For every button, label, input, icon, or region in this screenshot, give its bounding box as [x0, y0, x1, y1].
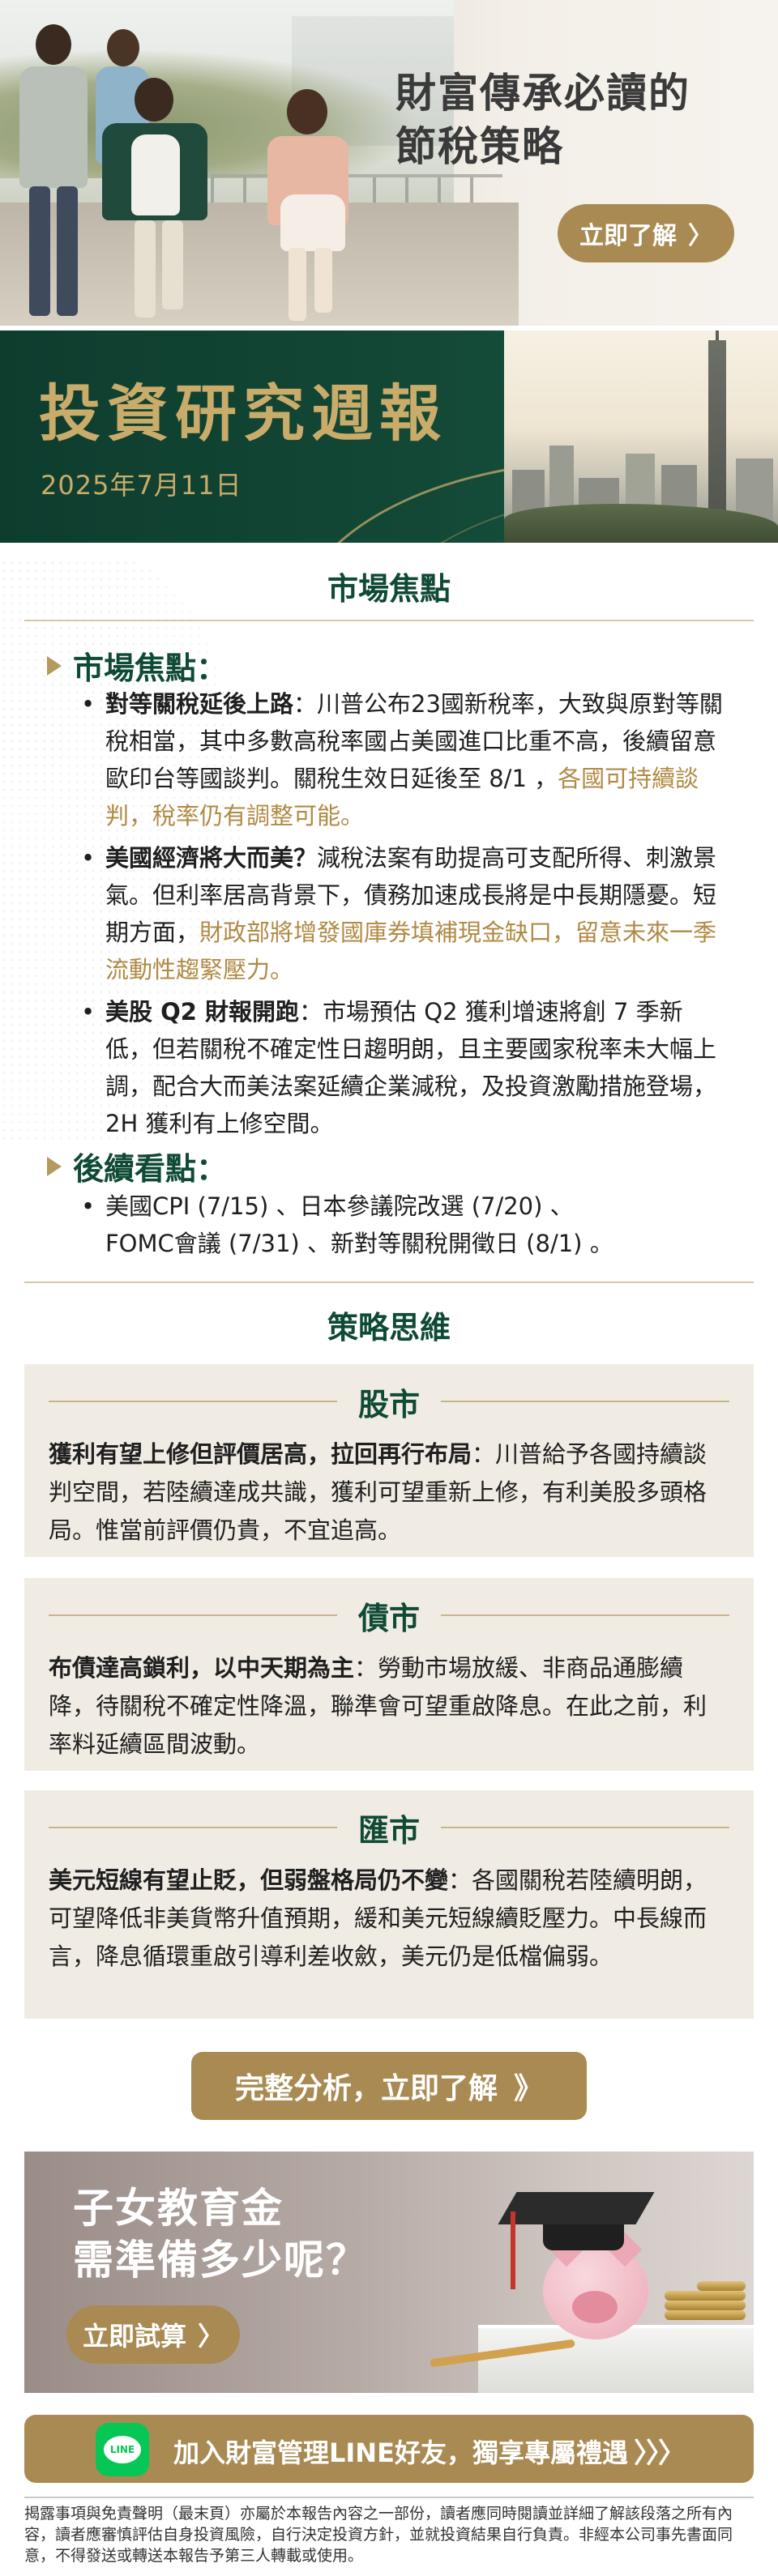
strategy-card-bond: 債市 布債達高鎖利，以中天期為主：勞動市場放緩、非商品通膨續降，待關稅不確定性降… [24, 1578, 754, 1771]
line-friend-label: 加入財富管理LINE好友，獨享專屬禮遇 [173, 2437, 628, 2468]
title-rule [441, 1827, 730, 1828]
report-title: 投資研究週報 [39, 377, 447, 450]
footer-divider [24, 2497, 754, 2498]
followup-bullets: 美國CPI (7/15) 、日本參議院改選 (7/20) 、 FOMC會議 (7/… [81, 1188, 729, 1267]
title-rule [441, 1401, 730, 1402]
section-divider [24, 620, 754, 621]
full-analysis-label: 完整分析，立即了解 [234, 2072, 498, 2105]
line-friend-button[interactable]: LINE 加入財富管理LINE好友，獨享專屬禮遇 〉〉〉 [24, 2415, 754, 2483]
card-bold-bond: 布債達高鎖利，以中天期為主 [49, 1654, 355, 1682]
bullet-tariffs-bold: 對等關稅延後上路 [105, 690, 294, 718]
triple-chevron-right-icon: 〉〉〉 [634, 2437, 686, 2470]
title-rule [49, 1401, 337, 1402]
market-focus-heading: 市場焦點 [327, 571, 451, 607]
card-text-bond: 布債達高鎖利，以中天期為主：勞動市場放緩、非商品通膨續降，待關稅不確定性降溫，聯… [49, 1649, 729, 1764]
hero-title: 財富傳承必讀的 節稅策略 [395, 70, 690, 170]
market-focus-subheading-text: 市場焦點： [73, 650, 228, 686]
education-banner-title: 子女教育金 需準備多少呢？ [73, 2185, 368, 2284]
title-rule [441, 1614, 730, 1616]
card-bold-fx: 美元短線有望止貶，但弱盤格局仍不變 [49, 1866, 449, 1894]
line-app-icon: LINE [96, 2423, 149, 2476]
cap-tassel [511, 2211, 515, 2289]
followup-subheading: 後續看點： [47, 1144, 227, 1188]
report-date: 2025年7月11日 [41, 470, 242, 501]
title-rule [49, 1827, 337, 1828]
hero-banner[interactable]: 財富傳承必讀的 節稅策略 立即了解 〉 [0, 0, 778, 326]
strategy-card-equity: 股市 獲利有望上修但評價居高，拉回再行布局：川普給予各國持續談判空間，若陸續達成… [24, 1364, 754, 1557]
taipei-101-tower [708, 331, 726, 510]
card-title-equity: 股市 [358, 1386, 421, 1422]
education-fund-banner[interactable]: 子女教育金 需準備多少呢？ 立即試算 〉 [24, 2152, 754, 2393]
card-text-equity: 獲利有望上修但評價居高，拉回再行布局：川普給予各國持續談判空間，若陸續達成共識，… [49, 1435, 729, 1550]
piggy-bank-image [543, 2232, 648, 2339]
triangle-bullet-icon [47, 1156, 62, 1176]
card-title-fx: 匯市 [358, 1812, 421, 1849]
bullet-us-economy-bold: 美國經濟將大而美？ [105, 844, 318, 872]
disclaimer-text: 揭露事項與免責聲明（最末頁）亦屬於本報告內容之一部份，讀者應同時閱讀並詳細了解該… [24, 2505, 733, 2565]
girl-figure [235, 89, 381, 324]
bullet-earnings: 美股 Q2 財報開跑：市場預估 Q2 獲利增速將創 7 季新低，但若關稅不確定性… [81, 993, 729, 1142]
boy-figure [78, 78, 224, 321]
learn-more-button[interactable]: 立即了解 〉 [558, 204, 734, 262]
full-analysis-button[interactable]: 完整分析，立即了解 》 [191, 2052, 587, 2120]
calculate-now-button[interactable]: 立即試算 〉 [66, 2305, 240, 2364]
section-divider [24, 1282, 754, 1283]
followup-item: 美國CPI (7/15) 、日本參議院改選 (7/20) 、 FOMC會議 (7/… [81, 1188, 729, 1262]
card-bold-equity: 獲利有望上修但評價居高，拉回再行布局 [49, 1440, 472, 1468]
triangle-bullet-icon [47, 655, 62, 676]
calculate-now-label: 立即試算 [82, 2321, 186, 2352]
strategy-heading: 策略思維 [327, 1310, 451, 1346]
followup-line-1: 美國CPI (7/15) 、日本參議院改選 (7/20) 、 [105, 1192, 574, 1220]
bullet-us-economy: 美國經濟將大而美？減稅法案有助提高可支配所得、刺激景氣。但利率居高背景下，債務加… [81, 839, 729, 988]
market-focus-subheading: 市場焦點： [47, 643, 227, 688]
taipei-skyline-image [504, 331, 778, 543]
double-chevron-right-icon: 》 [514, 2072, 544, 2105]
card-text-fx: 美元短線有望止貶，但弱盤格局仍不變：各國關稅若陸續明朗，可望降低非美貨幣升值預期… [49, 1862, 729, 1976]
newsletter-page: 財富傳承必讀的 節稅策略 立即了解 〉 投資研究週報 2025年7月11日 市場… [0, 0, 778, 2576]
title-rule [49, 1614, 337, 1616]
bullet-earnings-bold: 美股 Q2 財報開跑 [105, 998, 300, 1026]
report-header: 投資研究週報 2025年7月11日 [0, 331, 778, 543]
strategy-card-fx: 匯市 美元短線有望止貶，但弱盤格局仍不變：各國關稅若陸續明朗，可望降低非美貨幣升… [24, 1790, 754, 2019]
card-title-bond: 債市 [358, 1600, 421, 1636]
market-focus-bullets: 對等關稅延後上路：川普公布23國新稅率，大致與原對等關稅相當，其中多數高稅率國占… [81, 685, 729, 1147]
followup-subheading-text: 後續看點： [73, 1151, 228, 1187]
learn-more-label: 立即了解 [579, 222, 677, 250]
line-icon-text: LINE [104, 2436, 141, 2463]
bullet-tariffs: 對等關稅延後上路：川普公布23國新稅率，大致與原對等關稅相當，其中多數高稅率國占… [81, 685, 729, 834]
followup-line-2: FOMC會議 (7/31) 、新對等關稅開徵日 (8/1) 。 [105, 1230, 613, 1257]
chevron-right-icon: 〉 [198, 2321, 224, 2352]
chevron-right-icon: 〉 [688, 222, 712, 250]
